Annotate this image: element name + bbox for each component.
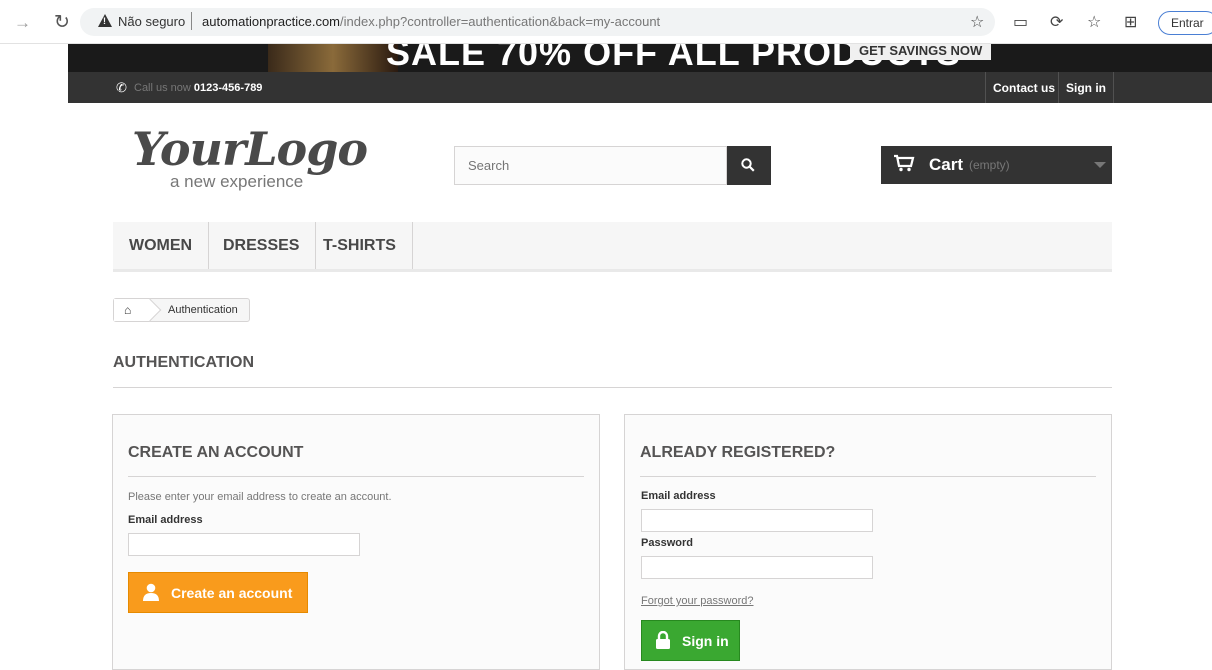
cart-block[interactable]: Cart (empty) <box>881 146 1112 184</box>
call-us: Call us now 0123-456-789 <box>134 82 262 94</box>
already-registered-panel: ALREADY REGISTERED? Email address Passwo… <box>624 414 1112 670</box>
page-title: AUTHENTICATION <box>113 354 255 371</box>
reload-icon[interactable]: ↻ <box>54 11 70 34</box>
login-email-label: Email address <box>641 490 716 502</box>
create-account-panel: CREATE AN ACCOUNT Please enter your emai… <box>112 414 600 670</box>
sign-in-link[interactable]: Sign in <box>1058 72 1114 103</box>
site-logo[interactable]: YourLogo a new experience <box>130 118 390 194</box>
browser-toolbar: → ↻ Não seguro automationpractice.com/in… <box>0 0 1212 44</box>
url-text[interactable]: automationpractice.com/index.php?control… <box>202 14 660 29</box>
phone-icon: ✆ <box>116 80 127 95</box>
promo-banner[interactable]: SALE 70% OFF ALL PRODUCTS GET SAVINGS NO… <box>68 44 1212 72</box>
already-registered-title: ALREADY REGISTERED? <box>640 444 836 461</box>
breadcrumb-current: Authentication <box>168 304 238 316</box>
cart-icon <box>894 154 915 172</box>
search-icon <box>741 158 755 172</box>
cart-status: (empty) <box>969 158 1010 172</box>
browser-signin-button[interactable]: Entrar <box>1158 11 1212 35</box>
home-icon: ⌂ <box>124 303 132 317</box>
contact-us-link[interactable]: Contact us <box>985 72 1062 103</box>
collections-icon[interactable]: ⊞ <box>1124 12 1137 32</box>
call-us-label: Call us now <box>134 82 191 94</box>
url-path: /index.php?controller=authentication&bac… <box>340 14 661 29</box>
create-email-input[interactable] <box>128 533 360 556</box>
warning-icon[interactable] <box>98 14 112 27</box>
panel-divider <box>640 476 1096 477</box>
create-account-button[interactable]: Create an account <box>128 572 308 613</box>
cart-label: Cart <box>929 155 964 174</box>
sign-in-button[interactable]: Sign in <box>641 620 740 661</box>
menu-item-tshirts[interactable]: T-SHIRTS <box>307 222 413 269</box>
top-nav-bar: ✆ Call us now 0123-456-789 Contact us Si… <box>68 72 1212 103</box>
favorite-star-icon[interactable]: ☆ <box>970 12 984 32</box>
banner-image <box>268 44 398 72</box>
logo-tagline: a new experience <box>170 172 304 191</box>
password-input[interactable] <box>641 556 873 579</box>
user-icon <box>143 583 159 601</box>
breadcrumb: ⌂ Authentication <box>113 298 250 322</box>
banner-savings-button[interactable]: GET SAVINGS NOW <box>850 44 992 60</box>
logo-main-text: YourLogo <box>132 122 368 176</box>
phone-number: 0123-456-789 <box>193 82 263 94</box>
sign-in-button-label: Sign in <box>682 633 729 649</box>
title-divider <box>113 387 1112 388</box>
login-email-input[interactable] <box>641 509 873 532</box>
menu-item-dresses[interactable]: DRESSES <box>207 222 317 269</box>
main-menu: WOMEN DRESSES T-SHIRTS <box>113 222 1112 272</box>
back-arrow-icon[interactable]: → <box>14 13 31 33</box>
extensions-icon[interactable]: ⟳ <box>1050 12 1063 32</box>
cast-icon[interactable]: ▭ <box>1013 12 1028 32</box>
forgot-password-link[interactable]: Forgot your password? <box>641 595 754 607</box>
url-host: automationpractice.com <box>202 14 341 29</box>
favorites-list-icon[interactable]: ☆ <box>1087 12 1101 32</box>
address-divider <box>191 12 192 30</box>
create-account-button-label: Create an account <box>171 585 293 601</box>
create-account-title: CREATE AN ACCOUNT <box>128 444 304 461</box>
password-label: Password <box>641 537 693 549</box>
not-secure-label[interactable]: Não seguro <box>118 14 185 29</box>
lock-icon <box>656 631 670 649</box>
search-input[interactable] <box>454 146 727 185</box>
search-button[interactable] <box>727 146 771 185</box>
chevron-down-icon <box>1094 162 1106 168</box>
panel-divider <box>128 476 584 477</box>
breadcrumb-home[interactable]: ⌂ <box>114 299 150 321</box>
create-email-label: Email address <box>128 514 203 526</box>
menu-item-women[interactable]: WOMEN <box>113 222 210 269</box>
create-account-description: Please enter your email address to creat… <box>128 491 392 503</box>
